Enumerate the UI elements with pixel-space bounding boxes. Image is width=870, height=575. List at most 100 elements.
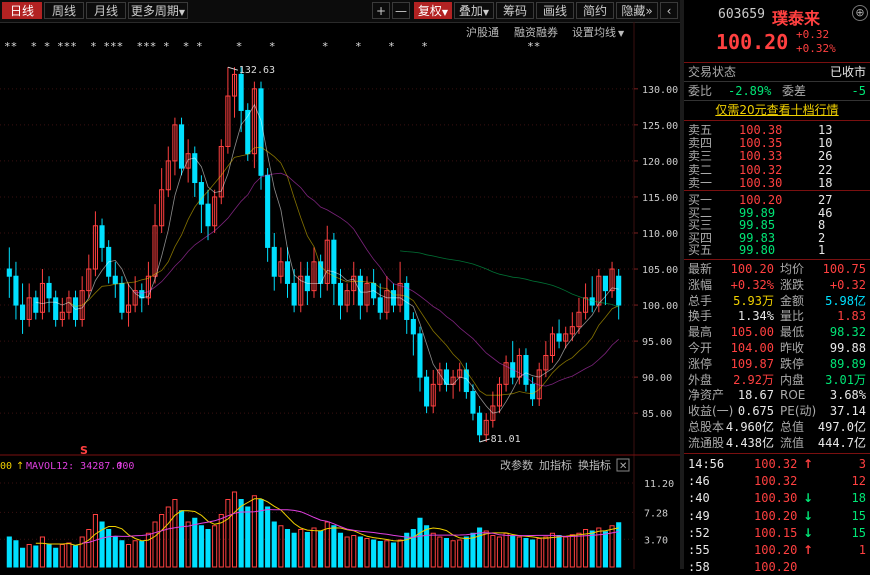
volume-bar[interactable]: [331, 525, 337, 568]
simple-button[interactable]: 简约: [576, 2, 614, 19]
candle[interactable]: [159, 168, 165, 233]
volume-bar[interactable]: [523, 538, 529, 568]
candle[interactable]: [86, 254, 92, 298]
candle[interactable]: [549, 326, 556, 363]
volume-bar[interactable]: [596, 527, 602, 568]
volume-bar[interactable]: [225, 499, 231, 568]
zoom-in-button[interactable]: +: [372, 2, 390, 19]
volume-bar[interactable]: [516, 536, 522, 568]
candle[interactable]: [198, 175, 204, 233]
candle[interactable]: [351, 261, 357, 306]
volume-bar[interactable]: [132, 540, 138, 568]
volume-bar[interactable]: [165, 506, 171, 568]
candle[interactable]: [212, 189, 218, 233]
volume-bar[interactable]: [344, 536, 350, 568]
volume-bar[interactable]: [13, 540, 19, 568]
volume-bar[interactable]: [238, 499, 244, 568]
volume-bar[interactable]: [397, 539, 403, 568]
candle[interactable]: [271, 232, 277, 291]
volume-bar[interactable]: [543, 536, 549, 568]
candle[interactable]: [278, 247, 284, 284]
candle[interactable]: [291, 269, 297, 313]
volume-bar[interactable]: [450, 540, 456, 568]
candle[interactable]: [503, 355, 509, 392]
volume-bar[interactable]: [417, 517, 423, 568]
tab-weekly[interactable]: 周线: [44, 2, 84, 19]
candle[interactable]: [145, 261, 151, 306]
edit-params-button[interactable]: 改参数: [500, 458, 533, 472]
volume-bar[interactable]: [212, 525, 218, 568]
candle[interactable]: [523, 348, 529, 392]
volume-bar[interactable]: [39, 536, 45, 568]
candle[interactable]: [231, 67, 238, 118]
candle[interactable]: [616, 269, 622, 320]
volume-bar[interactable]: [298, 529, 304, 568]
candle[interactable]: [192, 146, 198, 197]
more-period-dropdown[interactable]: 更多周期▼: [128, 2, 188, 19]
candle[interactable]: [258, 81, 264, 190]
chips-button[interactable]: 筹码: [496, 2, 534, 19]
volume-bar[interactable]: [503, 532, 509, 568]
volume-bar[interactable]: [192, 517, 198, 568]
zoom-out-button[interactable]: —: [392, 2, 410, 19]
volume-bar[interactable]: [46, 544, 52, 568]
volume-bar[interactable]: [556, 535, 562, 568]
candle[interactable]: [609, 261, 615, 298]
ma-settings-link[interactable]: 设置均线: [572, 25, 616, 39]
volume-bar[interactable]: [549, 532, 556, 568]
candle[interactable]: [265, 168, 271, 262]
volume-bar[interactable]: [496, 536, 503, 568]
candle[interactable]: [483, 413, 489, 442]
close-icon[interactable]: ✕: [619, 461, 627, 472]
candle[interactable]: [178, 117, 185, 176]
volume-bar[interactable]: [265, 506, 271, 568]
candle[interactable]: [218, 139, 224, 205]
volume-bar[interactable]: [26, 544, 32, 568]
tick-row[interactable]: :49 100.20 ↓ 15: [684, 509, 870, 524]
volume-bar[interactable]: [351, 535, 357, 568]
volume-bar[interactable]: [86, 529, 92, 568]
fq-dropdown[interactable]: 复权▼: [414, 2, 452, 19]
tick-row[interactable]: 14:56 100.32 ↑ 3: [684, 457, 870, 472]
volume-bar[interactable]: [357, 536, 363, 568]
candle[interactable]: [417, 326, 423, 392]
volume-bar[interactable]: [145, 532, 151, 568]
volume-bar[interactable]: [457, 539, 463, 568]
candle[interactable]: [225, 67, 231, 154]
candle[interactable]: [119, 276, 125, 320]
volume-bar[interactable]: [53, 547, 59, 568]
volume-bar[interactable]: [245, 506, 251, 568]
tab-daily[interactable]: 日线: [2, 2, 42, 19]
tab-monthly[interactable]: 月线: [86, 2, 126, 19]
tick-row[interactable]: :55 100.20 ↑ 1: [684, 543, 870, 558]
volume-bar[interactable]: [384, 540, 390, 568]
candle[interactable]: [205, 189, 211, 241]
candle[interactable]: [510, 341, 516, 385]
add-indicator-button[interactable]: 加指标: [539, 458, 572, 472]
info-icon[interactable]: ⊕: [852, 5, 868, 21]
volume-bar[interactable]: [59, 544, 65, 568]
volume-bar[interactable]: [304, 532, 310, 568]
volume-bar[interactable]: [510, 535, 516, 568]
volume-bar[interactable]: [271, 521, 277, 568]
candle[interactable]: [410, 312, 416, 356]
volume-series[interactable]: [6, 491, 622, 568]
volume-bar[interactable]: [291, 532, 297, 568]
candle[interactable]: [165, 146, 171, 197]
volume-bar[interactable]: [609, 525, 615, 568]
volume-bar[interactable]: [583, 529, 589, 568]
level2-promo-link[interactable]: 仅需20元查看十档行情: [684, 103, 870, 118]
volume-bar[interactable]: [589, 530, 595, 568]
candle[interactable]: [311, 247, 317, 298]
volume-bar[interactable]: [477, 527, 483, 568]
candle[interactable]: [490, 391, 496, 428]
candle[interactable]: [39, 269, 45, 320]
volume-bar[interactable]: [463, 536, 469, 568]
volume-bar[interactable]: [318, 530, 324, 568]
candle[interactable]: [92, 211, 98, 277]
candle[interactable]: [112, 261, 118, 298]
volume-bar[interactable]: [430, 532, 436, 568]
candle[interactable]: [516, 348, 522, 385]
ask-level-row[interactable]: 卖一 100.30 18: [684, 176, 870, 191]
bid-level-row[interactable]: 买五 99.80 1: [684, 243, 870, 258]
